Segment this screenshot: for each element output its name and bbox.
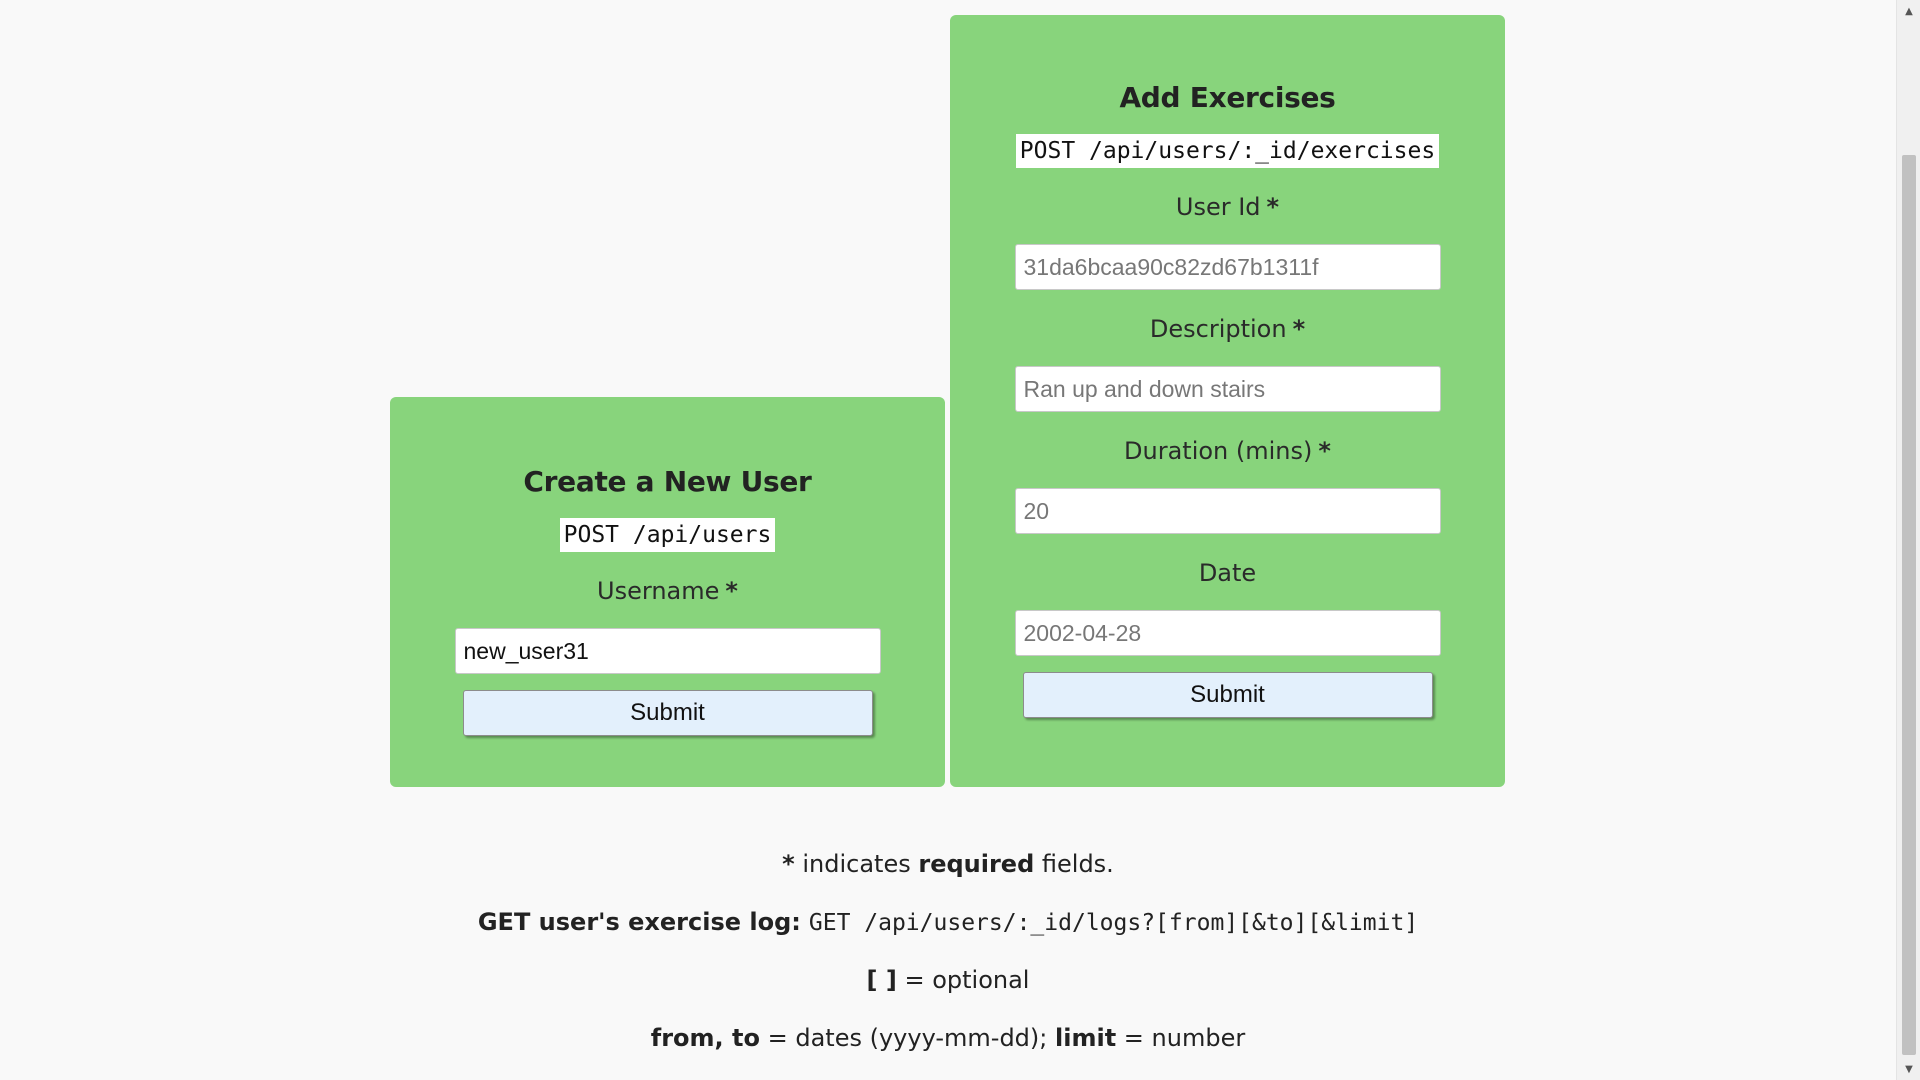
add-exercise-submit-button[interactable]: Submit bbox=[1022, 672, 1433, 718]
limit-label: limit bbox=[1055, 1024, 1117, 1052]
required-marker: * bbox=[1266, 193, 1280, 221]
create-user-endpoint: POST /api/users bbox=[559, 518, 776, 552]
description-label: Description bbox=[1149, 315, 1287, 343]
required-star: * bbox=[782, 850, 795, 878]
duration-label: Duration (mins) bbox=[1124, 437, 1313, 465]
userid-label-row: User Id * bbox=[1176, 192, 1279, 222]
optional-note: [ ] = optional bbox=[0, 966, 1896, 994]
scroll-down-arrow-icon[interactable]: ▼ bbox=[1897, 1060, 1920, 1078]
username-label: Username bbox=[597, 577, 720, 605]
optional-text: = optional bbox=[896, 966, 1030, 994]
page: Create a New User POST /api/users Userna… bbox=[0, 0, 1896, 1080]
optional-brackets: [ ] bbox=[866, 966, 897, 994]
required-note: * indicates required fields. bbox=[0, 850, 1896, 878]
get-log-note: GET user's exercise log: GET /api/users/:… bbox=[0, 908, 1896, 936]
duration-input[interactable] bbox=[1014, 488, 1441, 534]
params-note: from, to = dates (yyyy-mm-dd); limit = n… bbox=[0, 1024, 1896, 1052]
add-exercises-form: Add Exercises POST /api/users/:_id/exerc… bbox=[950, 15, 1505, 787]
from-to-label: from, to bbox=[650, 1024, 760, 1052]
vertical-scrollbar[interactable]: ▲ ▼ bbox=[1896, 0, 1920, 1080]
userid-label: User Id bbox=[1175, 193, 1261, 221]
required-marker: * bbox=[725, 577, 738, 605]
required-note-text-2: fields. bbox=[1034, 850, 1114, 878]
required-marker: * bbox=[1292, 315, 1306, 343]
limit-text: = number bbox=[1116, 1024, 1246, 1052]
date-input[interactable] bbox=[1014, 610, 1441, 656]
add-exercises-title: Add Exercises bbox=[1119, 81, 1336, 114]
required-note-text-1: indicates bbox=[794, 850, 919, 878]
description-label-row: Description * bbox=[1150, 314, 1305, 344]
scrollbar-thumb[interactable] bbox=[1902, 155, 1916, 1055]
get-log-endpoint: GET /api/users/:_id/logs?[from][&to][&li… bbox=[808, 910, 1419, 936]
username-label-row: Username * bbox=[597, 576, 738, 606]
create-user-submit-button[interactable]: Submit bbox=[462, 690, 873, 736]
duration-label-row: Duration (mins) * bbox=[1124, 436, 1331, 466]
date-label-row: Date bbox=[1199, 558, 1256, 588]
required-marker: * bbox=[1318, 437, 1331, 465]
description-input[interactable] bbox=[1014, 366, 1441, 412]
add-exercises-endpoint: POST /api/users/:_id/exercises bbox=[1015, 134, 1440, 168]
username-input[interactable] bbox=[454, 628, 881, 674]
get-log-label: GET user's exercise log: bbox=[477, 908, 801, 936]
date-label: Date bbox=[1198, 559, 1257, 587]
userid-input[interactable] bbox=[1014, 244, 1441, 290]
from-to-text: = dates (yyyy-mm-dd); bbox=[760, 1024, 1055, 1052]
create-user-form: Create a New User POST /api/users Userna… bbox=[390, 397, 945, 787]
create-user-title: Create a New User bbox=[523, 465, 812, 498]
required-word: required bbox=[918, 850, 1035, 878]
scroll-up-arrow-icon[interactable]: ▲ bbox=[1897, 2, 1920, 20]
